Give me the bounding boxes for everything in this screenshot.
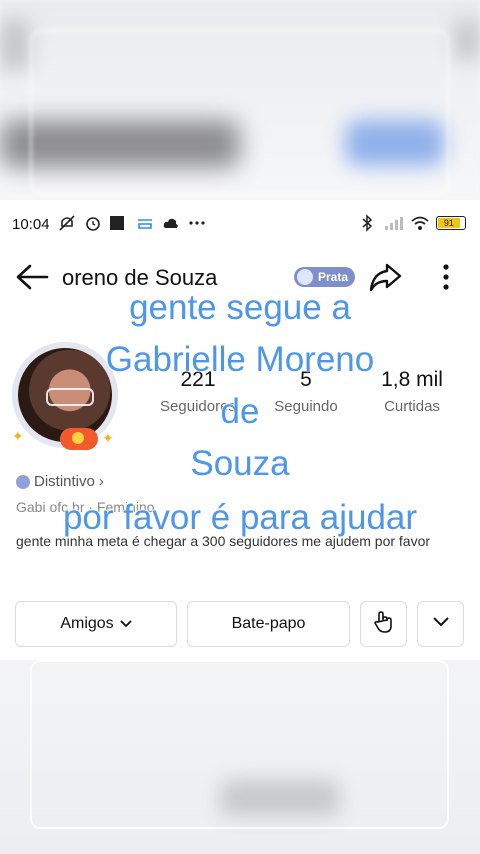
chat-button-label: Bate-papo [231,615,306,632]
blurred-background-bottom [0,660,480,854]
status-bar: 10:04 91 [0,210,480,238]
signal-icon [384,214,403,232]
wifi-icon [410,214,429,232]
bluetooth-icon [358,214,376,232]
friends-button-label: Amigos [60,615,114,632]
overlay-text-line: gente segue a [129,288,352,328]
alarm-icon [84,214,102,232]
tray-icon [136,214,154,232]
mute-icon [58,214,76,232]
overlay-text-line: por favor é para ajudar [62,498,418,538]
badge-icon [297,269,313,285]
battery-icon: 91 [436,216,466,230]
status-time: 10:04 [12,216,50,233]
overlay-text-line: de [220,392,260,432]
expand-button[interactable] [417,601,464,647]
badge-label: Prata [318,270,349,284]
hand-icon [373,610,395,639]
chevron-down-icon [120,615,132,633]
square-icon [110,214,128,232]
overlay-text-line: Souza [190,444,290,484]
chat-button[interactable]: Bate-papo [187,601,350,647]
overlay-text-line: Gabrielle Moreno [105,340,375,380]
friends-button[interactable]: Amigos [15,601,177,647]
prata-badge[interactable]: Prata [294,267,356,287]
blurred-background-top [0,0,480,200]
gift-button[interactable] [360,601,407,647]
more-notifications-icon [188,214,206,232]
battery-level: 91 [438,218,460,228]
cloud-icon [162,214,180,232]
chevron-down-icon [432,615,450,633]
